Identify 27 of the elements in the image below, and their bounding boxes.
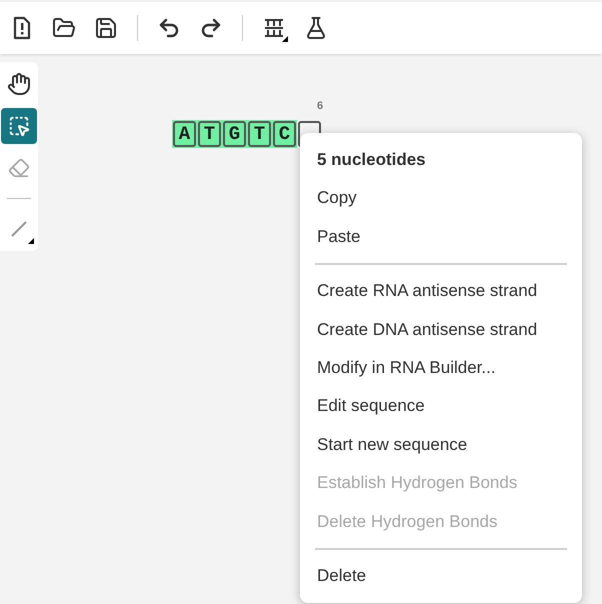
- line-icon: [10, 220, 28, 238]
- nucleotide[interactable]: T: [247, 120, 272, 148]
- redo-icon: [199, 16, 223, 40]
- menu-item[interactable]: Start new sequence: [300, 425, 582, 464]
- nucleotide[interactable]: T: [197, 120, 222, 148]
- nucleotide[interactable]: C: [272, 120, 297, 148]
- menu-title: 5 nucleotides: [316, 149, 427, 172]
- menu-item[interactable]: Create DNA antisense strand: [300, 310, 582, 348]
- menu-item[interactable]: Create RNA antisense strand: [300, 272, 582, 310]
- menu-item[interactable]: Edit sequence: [300, 386, 582, 426]
- save-icon: [94, 16, 118, 40]
- file-alert-icon: [12, 16, 32, 40]
- selection-icon: [8, 115, 30, 137]
- position-label: 6: [317, 99, 324, 114]
- hand-icon: [7, 72, 31, 96]
- nucleotide[interactable]: G: [222, 120, 247, 148]
- eraser-icon: [8, 157, 30, 179]
- menu-item[interactable]: Copy: [300, 178, 582, 218]
- ladder-icon: [263, 18, 285, 38]
- menu-item[interactable]: Paste: [300, 217, 582, 256]
- folder-icon: [52, 16, 76, 40]
- menu-item[interactable]: Delete: [300, 556, 582, 596]
- undo-icon: [157, 16, 181, 40]
- nucleotide[interactable]: A: [172, 120, 197, 148]
- select-tool-button[interactable]: [1, 108, 37, 144]
- menu-item[interactable]: Modify in RNA Builder...: [300, 348, 582, 387]
- flask-icon: [304, 16, 328, 40]
